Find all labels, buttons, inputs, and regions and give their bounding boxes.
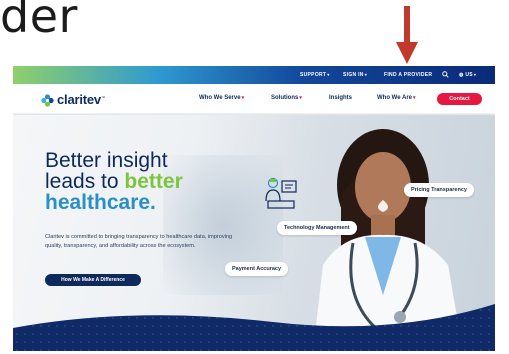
hero-section: Better insight leads to better healthcar… <box>13 115 495 351</box>
sign-in-menu[interactable]: SIGN IN▾ <box>343 66 367 84</box>
doctor-laptop-icon <box>265 177 297 209</box>
search-icon[interactable] <box>442 66 449 84</box>
hero-body-text: Claritev is committed to bringing transp… <box>45 234 233 249</box>
globe-icon: ◍ <box>459 72 464 78</box>
hero-headline: Better insight leads to better healthcar… <box>45 150 183 213</box>
language-selector[interactable]: ◍ US▾ <box>459 66 476 84</box>
payment-accuracy-badge: Payment Accuracy <box>225 262 289 276</box>
headline-line-3: healthcare. <box>45 191 156 214</box>
hero-wave-divider <box>13 304 495 351</box>
nav-solutions[interactable]: Solutions▾ <box>271 95 302 101</box>
slide-title: der <box>0 0 78 43</box>
headline-line-2: leads to better <box>45 170 183 193</box>
headline-line-1: Better insight <box>45 149 168 172</box>
technology-management-badge: Technology Management <box>277 221 357 235</box>
nav-who-we-are[interactable]: Who We Are▾ <box>377 95 416 101</box>
support-menu[interactable]: SUPPORT▾ <box>300 66 330 84</box>
pricing-transparency-badge: Pricing Transparency <box>404 183 474 197</box>
claritev-logo-icon <box>41 93 54 107</box>
find-a-provider-link[interactable]: FIND A PROVIDER <box>384 66 432 84</box>
main-nav: claritev ™ Who We Serve▾ Solutions▾ Insi… <box>13 84 495 114</box>
logo-trademark: ™ <box>100 95 105 100</box>
nav-who-we-serve[interactable]: Who We Serve▾ <box>199 95 244 101</box>
annotation-arrow-icon <box>396 6 418 64</box>
logo-text: claritev <box>57 92 101 107</box>
nav-insights[interactable]: Insights <box>329 95 352 101</box>
website-screenshot: SUPPORT▾ SIGN IN▾ FIND A PROVIDER ◍ US▾ … <box>13 66 495 351</box>
utility-bar: SUPPORT▾ SIGN IN▾ FIND A PROVIDER ◍ US▾ <box>13 66 495 84</box>
claritev-logo[interactable]: claritev ™ <box>41 93 105 107</box>
contact-button[interactable]: Contact <box>437 93 482 105</box>
how-we-make-a-difference-button[interactable]: How We Make A Difference <box>45 274 141 286</box>
